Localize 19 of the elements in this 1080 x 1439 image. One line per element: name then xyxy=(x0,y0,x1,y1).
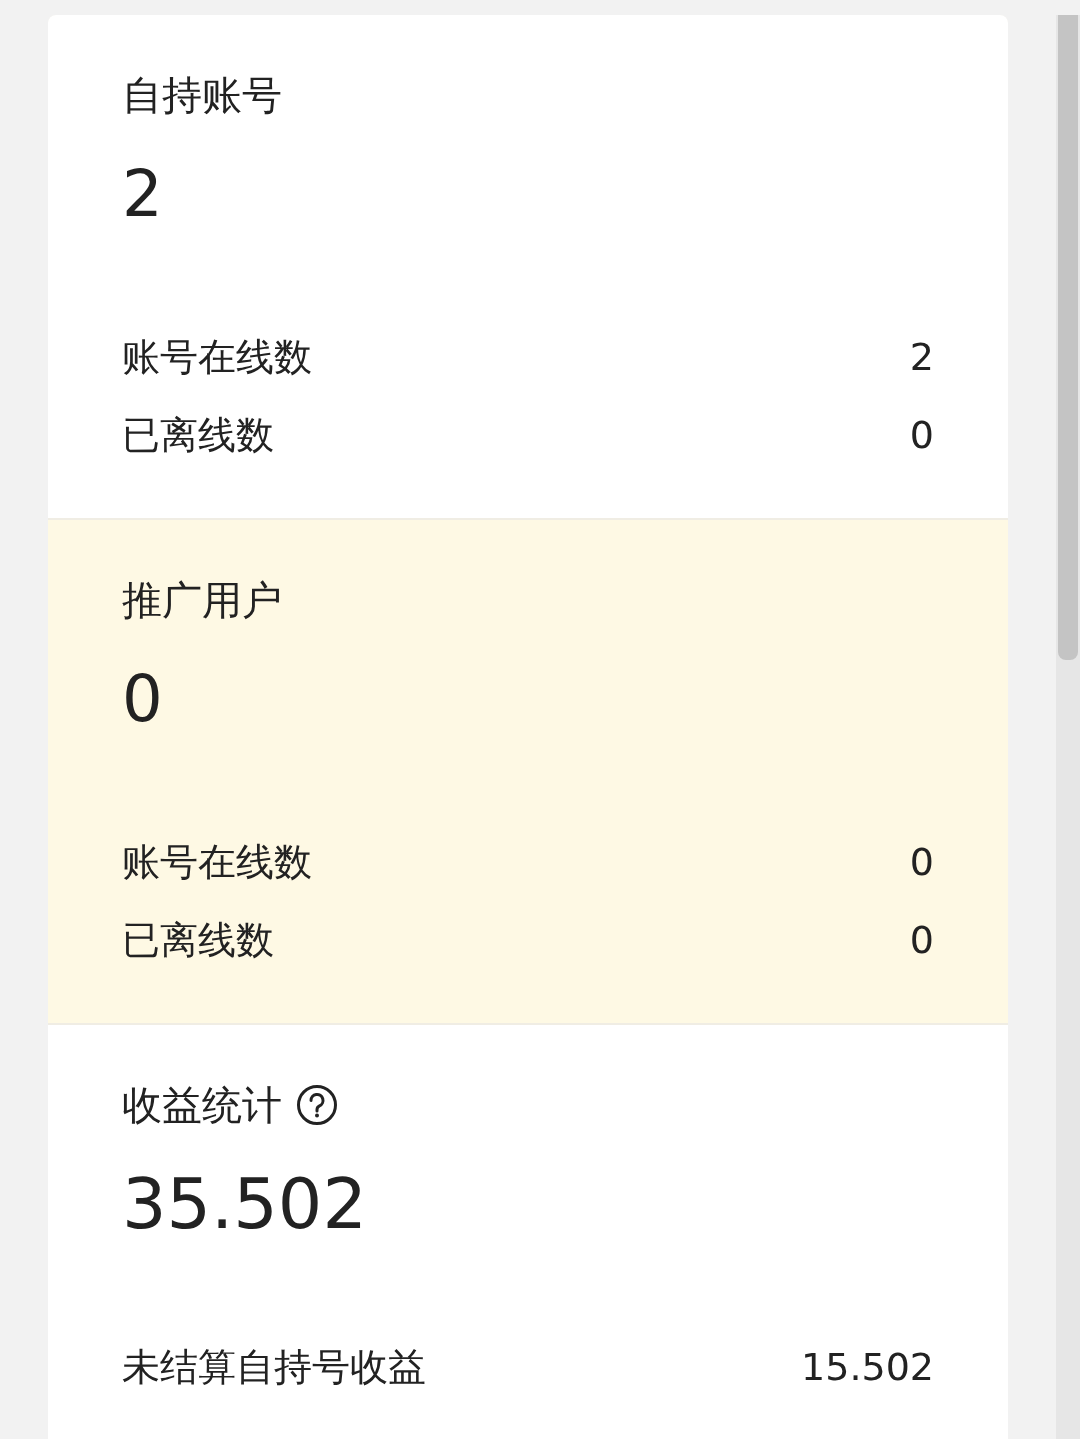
stat-label: 账号在线数 xyxy=(122,333,312,381)
stat-label: 未结算自持号收益 xyxy=(122,1343,426,1391)
scrollbar-thumb[interactable] xyxy=(1058,15,1078,660)
stat-value: 0 xyxy=(909,838,934,886)
section-title: 自持账号 xyxy=(122,71,282,120)
section-title: 收益统计 xyxy=(122,1081,282,1130)
stat-value: 0 xyxy=(909,411,934,459)
big-number: 2 xyxy=(122,156,163,233)
scrollbar[interactable] xyxy=(1056,15,1080,1439)
big-number: 35.502 xyxy=(122,1162,367,1247)
stat-value: 2 xyxy=(909,333,934,381)
stat-value: 0 xyxy=(909,916,934,964)
stat-label: 账号在线数 xyxy=(122,838,312,886)
stat-label: 已离线数 xyxy=(122,916,274,964)
help-icon[interactable] xyxy=(296,1084,338,1126)
stat-value: 15.502 xyxy=(801,1343,934,1391)
stat-label: 已离线数 xyxy=(122,411,274,459)
section-title: 推广用户 xyxy=(122,576,282,625)
big-number: 0 xyxy=(122,661,163,738)
